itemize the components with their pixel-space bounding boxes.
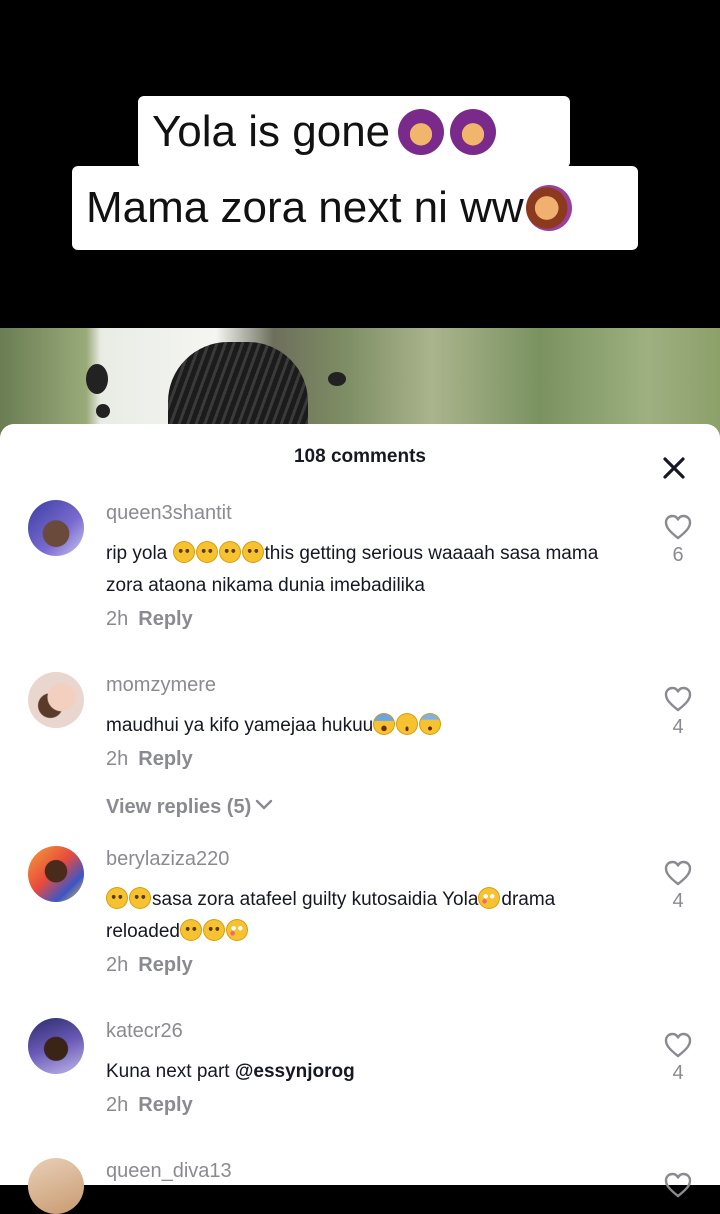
comment-text-part: rip yola (106, 543, 173, 564)
woman-gesturing-ok-icon (450, 109, 497, 155)
comment-meta: 2h Reply (106, 748, 193, 771)
woman-facepalming-icon (525, 185, 572, 231)
comment-text-part: sasa zora atafeel guilty kutosaidia Yola (152, 889, 479, 910)
comment-time: 2h (106, 1094, 129, 1116)
comment-username[interactable]: momzymere (106, 674, 216, 697)
video-caption-line-2: Mama zora next ni ww (72, 166, 638, 250)
heart-icon (664, 1172, 692, 1198)
comment-username[interactable]: katecr26 (106, 1020, 183, 1043)
unamused-face-icon (396, 713, 419, 735)
comment-text: maudhui ya kifo yamejaa hukuu (106, 710, 616, 742)
comment-text-part: maudhui ya kifo yamejaa hukuu (106, 715, 374, 736)
woman-gesturing-ok-icon (398, 109, 445, 155)
reply-button[interactable]: Reply (138, 1094, 192, 1116)
comment-username[interactable]: queen3shantit (106, 502, 232, 525)
comment-time: 2h (106, 954, 129, 976)
comment-username[interactable]: queen_diva13 (106, 1160, 232, 1183)
screaming-face-icon (373, 713, 396, 735)
comment-text: rip yola this getting serious waaaah sas… (106, 538, 616, 602)
reply-button[interactable]: Reply (138, 748, 192, 770)
video-caption-line-1: Yola is gone (138, 96, 570, 168)
caption-text-2: Mama zora next ni ww (86, 183, 524, 232)
avatar[interactable] (28, 1018, 84, 1074)
avatar[interactable] (28, 500, 84, 556)
comment-username[interactable]: berylaziza220 (106, 848, 229, 871)
pleading-face-icon (241, 541, 264, 563)
like-button[interactable] (664, 1172, 692, 1198)
video-player[interactable]: Yola is gone Mama zora next ni ww (0, 0, 720, 440)
close-icon[interactable] (662, 456, 686, 480)
mention-link[interactable]: @essynjorog (235, 1061, 355, 1082)
chevron-down-icon (255, 794, 273, 817)
comment-text-part: Kuna next part (106, 1061, 235, 1082)
avatar[interactable] (28, 1158, 84, 1214)
pleading-face-icon (129, 887, 151, 909)
pleading-face-icon (106, 887, 128, 909)
pleading-face-icon (218, 541, 241, 563)
comment-text: sasa zora atafeel guilty kutosaidia Yola… (106, 884, 616, 948)
comment-meta: 2h Reply (106, 1094, 193, 1117)
flushed-face-icon (478, 887, 501, 909)
comment-text: Kuna next part @essynjorog (106, 1056, 616, 1088)
comment-meta: 2h Reply (106, 954, 193, 977)
view-replies-label: View replies (5) (106, 796, 252, 818)
like-button[interactable]: 4 (664, 686, 692, 739)
comment-time: 2h (106, 608, 129, 630)
like-button[interactable]: 4 (664, 860, 692, 913)
like-count: 4 (672, 716, 684, 738)
avatar[interactable] (28, 672, 84, 728)
pleading-face-icon (195, 541, 218, 563)
comment-time: 2h (106, 748, 129, 770)
like-count: 4 (672, 890, 684, 912)
like-count: 6 (672, 544, 684, 566)
flushed-face-icon (225, 919, 248, 941)
reply-button[interactable]: Reply (138, 954, 192, 976)
comments-sheet: 108 comments queen3shantit rip yola this… (0, 424, 720, 1214)
pleading-face-icon (202, 919, 225, 941)
comment-meta: 2h Reply (106, 608, 193, 631)
fearful-face-icon (419, 713, 442, 735)
like-button[interactable]: 6 (664, 514, 692, 567)
pleading-face-icon (172, 541, 195, 563)
heart-icon (664, 860, 692, 886)
reply-button[interactable]: Reply (138, 608, 192, 630)
pleading-face-icon (179, 919, 202, 941)
view-replies-button[interactable]: View replies (5) (106, 794, 273, 819)
like-button[interactable]: 4 (664, 1032, 692, 1085)
heart-icon (664, 514, 692, 540)
caption-text-1: Yola is gone (152, 107, 391, 156)
heart-icon (664, 686, 692, 712)
heart-icon (664, 1032, 692, 1058)
avatar[interactable] (28, 846, 84, 902)
comments-count-title: 108 comments (293, 446, 426, 467)
like-count: 4 (672, 1062, 684, 1084)
